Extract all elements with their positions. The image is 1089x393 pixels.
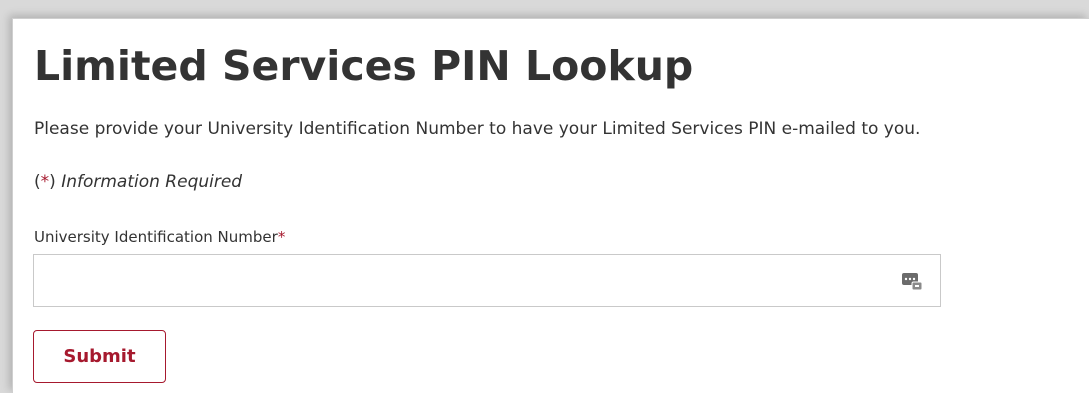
uin-input[interactable] (34, 255, 940, 306)
submit-button[interactable]: Submit (33, 330, 166, 383)
required-note: (*) Information Required (34, 170, 242, 194)
lookup-card: Limited Services PIN Lookup Please provi… (12, 18, 1089, 393)
intro-text: Please provide your University Identific… (34, 119, 921, 139)
required-note-text: Information Required (61, 172, 243, 192)
password-manager-key-icon[interactable] (901, 271, 923, 291)
uin-label-text: University Identification Number (34, 228, 278, 246)
required-note-open-paren: ( (34, 172, 41, 192)
uin-field-wrapper (33, 254, 941, 307)
required-note-close-paren: ) (49, 172, 56, 192)
required-asterisk: * (40, 172, 50, 192)
uin-label: University Identification Number* (34, 226, 285, 248)
uin-required-asterisk: * (277, 228, 286, 246)
page-title: Limited Services PIN Lookup (34, 42, 694, 90)
